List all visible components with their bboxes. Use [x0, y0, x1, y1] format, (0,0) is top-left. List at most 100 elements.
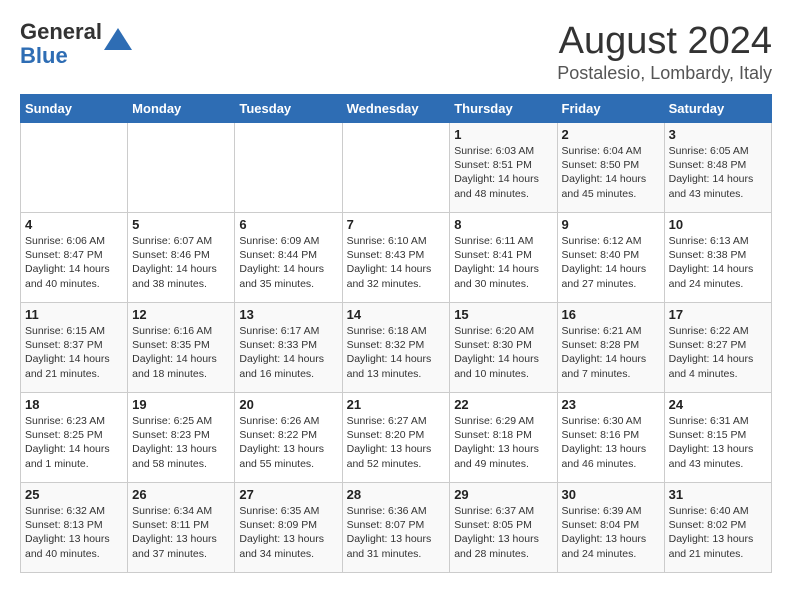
calendar-week-4: 18Sunrise: 6:23 AM Sunset: 8:25 PM Dayli… [21, 393, 772, 483]
calendar-cell: 7 Sunrise: 6:10 AM Sunset: 8:43 PM Daylig… [342, 213, 450, 303]
day-info: Sunrise: 6:13 AM Sunset: 8:38 PM Dayligh… [669, 234, 767, 291]
header-monday: Monday [128, 95, 235, 123]
calendar-cell: 20Sunrise: 6:26 AM Sunset: 8:22 PM Dayli… [235, 393, 342, 483]
day-number: 5 [132, 217, 230, 232]
calendar-cell: 14 Sunrise: 6:18 AM Sunset: 8:32 PM Dayli… [342, 303, 450, 393]
day-number: 31 [669, 487, 767, 502]
day-number: 26 [132, 487, 230, 502]
calendar-cell: 17 Sunrise: 6:22 AM Sunset: 8:27 PM Dayli… [664, 303, 771, 393]
day-info: Sunrise: 6:15 AM Sunset: 8:37 PM Dayligh… [25, 324, 123, 381]
day-number: 30 [562, 487, 660, 502]
header-tuesday: Tuesday [235, 95, 342, 123]
calendar-cell [342, 123, 450, 213]
calendar-cell: 8 Sunrise: 6:11 AM Sunset: 8:41 PM Daylig… [450, 213, 557, 303]
day-number: 27 [239, 487, 337, 502]
logo-triangle-icon [104, 26, 132, 54]
header-wednesday: Wednesday [342, 95, 450, 123]
calendar-cell: 23Sunrise: 6:30 AM Sunset: 8:16 PM Dayli… [557, 393, 664, 483]
day-info: Sunrise: 6:11 AM Sunset: 8:41 PM Dayligh… [454, 234, 552, 291]
header-sunday: Sunday [21, 95, 128, 123]
calendar-cell: 11 Sunrise: 6:15 AM Sunset: 8:37 PM Dayli… [21, 303, 128, 393]
calendar-cell [235, 123, 342, 213]
calendar-header: SundayMondayTuesdayWednesdayThursdayFrid… [21, 95, 772, 123]
day-number: 18 [25, 397, 123, 412]
calendar-cell: 24Sunrise: 6:31 AM Sunset: 8:15 PM Dayli… [664, 393, 771, 483]
day-number: 2 [562, 127, 660, 142]
calendar-cell: 25 Sunrise: 6:32 AM Sunset: 8:13 PM Dayli… [21, 483, 128, 573]
calendar-cell: 12 Sunrise: 6:16 AM Sunset: 8:35 PM Dayli… [128, 303, 235, 393]
calendar-cell: 28Sunrise: 6:36 AM Sunset: 8:07 PM Dayli… [342, 483, 450, 573]
header-row: SundayMondayTuesdayWednesdayThursdayFrid… [21, 95, 772, 123]
logo: General Blue [20, 20, 132, 68]
logo-blue: Blue [20, 44, 102, 68]
day-info: Sunrise: 6:16 AM Sunset: 8:35 PM Dayligh… [132, 324, 230, 381]
day-number: 23 [562, 397, 660, 412]
calendar-table: SundayMondayTuesdayWednesdayThursdayFrid… [20, 94, 772, 573]
day-number: 24 [669, 397, 767, 412]
calendar-cell: 1 Sunrise: 6:03 AM Sunset: 8:51 PM Daylig… [450, 123, 557, 213]
calendar-cell: 19Sunrise: 6:25 AM Sunset: 8:23 PM Dayli… [128, 393, 235, 483]
day-info: Sunrise: 6:18 AM Sunset: 8:32 PM Dayligh… [347, 324, 446, 381]
header-saturday: Saturday [664, 95, 771, 123]
page-header: General Blue August 2024 Postalesio, Lom… [20, 20, 772, 84]
day-info: Sunrise: 6:05 AM Sunset: 8:48 PM Dayligh… [669, 144, 767, 201]
calendar-cell: 27Sunrise: 6:35 AM Sunset: 8:09 PM Dayli… [235, 483, 342, 573]
day-number: 3 [669, 127, 767, 142]
calendar-cell [21, 123, 128, 213]
calendar-week-5: 25 Sunrise: 6:32 AM Sunset: 8:13 PM Dayli… [21, 483, 772, 573]
day-number: 25 [25, 487, 123, 502]
day-info: Sunrise: 6:32 AM Sunset: 8:13 PM Dayligh… [25, 504, 123, 561]
day-info: Sunrise: 6:37 AM Sunset: 8:05 PM Dayligh… [454, 504, 552, 561]
calendar-cell: 29Sunrise: 6:37 AM Sunset: 8:05 PM Dayli… [450, 483, 557, 573]
calendar-body: 1 Sunrise: 6:03 AM Sunset: 8:51 PM Daylig… [21, 123, 772, 573]
day-number: 8 [454, 217, 552, 232]
day-info: Sunrise: 6:27 AM Sunset: 8:20 PM Dayligh… [347, 414, 446, 471]
day-info: Sunrise: 6:09 AM Sunset: 8:44 PM Dayligh… [239, 234, 337, 291]
calendar-cell: 3 Sunrise: 6:05 AM Sunset: 8:48 PM Daylig… [664, 123, 771, 213]
day-info: Sunrise: 6:12 AM Sunset: 8:40 PM Dayligh… [562, 234, 660, 291]
calendar-week-2: 4 Sunrise: 6:06 AM Sunset: 8:47 PM Daylig… [21, 213, 772, 303]
logo-general: General [20, 20, 102, 44]
day-number: 12 [132, 307, 230, 322]
calendar-cell: 16Sunrise: 6:21 AM Sunset: 8:28 PM Dayli… [557, 303, 664, 393]
day-info: Sunrise: 6:26 AM Sunset: 8:22 PM Dayligh… [239, 414, 337, 471]
day-number: 13 [239, 307, 337, 322]
day-info: Sunrise: 6:17 AM Sunset: 8:33 PM Dayligh… [239, 324, 337, 381]
day-number: 17 [669, 307, 767, 322]
calendar-cell: 26 Sunrise: 6:34 AM Sunset: 8:11 PM Dayli… [128, 483, 235, 573]
day-info: Sunrise: 6:07 AM Sunset: 8:46 PM Dayligh… [132, 234, 230, 291]
header-friday: Friday [557, 95, 664, 123]
day-number: 15 [454, 307, 552, 322]
day-info: Sunrise: 6:22 AM Sunset: 8:27 PM Dayligh… [669, 324, 767, 381]
day-info: Sunrise: 6:10 AM Sunset: 8:43 PM Dayligh… [347, 234, 446, 291]
day-number: 6 [239, 217, 337, 232]
calendar-cell: 22 Sunrise: 6:29 AM Sunset: 8:18 PM Dayli… [450, 393, 557, 483]
calendar-cell: 10 Sunrise: 6:13 AM Sunset: 8:38 PM Dayli… [664, 213, 771, 303]
day-number: 11 [25, 307, 123, 322]
day-info: Sunrise: 6:29 AM Sunset: 8:18 PM Dayligh… [454, 414, 552, 471]
day-info: Sunrise: 6:39 AM Sunset: 8:04 PM Dayligh… [562, 504, 660, 561]
calendar-cell: 30 Sunrise: 6:39 AM Sunset: 8:04 PM Dayli… [557, 483, 664, 573]
day-number: 21 [347, 397, 446, 412]
calendar-cell: 18Sunrise: 6:23 AM Sunset: 8:25 PM Dayli… [21, 393, 128, 483]
header-thursday: Thursday [450, 95, 557, 123]
day-info: Sunrise: 6:03 AM Sunset: 8:51 PM Dayligh… [454, 144, 552, 201]
day-number: 1 [454, 127, 552, 142]
calendar-cell: 4 Sunrise: 6:06 AM Sunset: 8:47 PM Daylig… [21, 213, 128, 303]
day-info: Sunrise: 6:34 AM Sunset: 8:11 PM Dayligh… [132, 504, 230, 561]
day-info: Sunrise: 6:04 AM Sunset: 8:50 PM Dayligh… [562, 144, 660, 201]
day-number: 7 [347, 217, 446, 232]
calendar-cell: 15Sunrise: 6:20 AM Sunset: 8:30 PM Dayli… [450, 303, 557, 393]
day-number: 19 [132, 397, 230, 412]
calendar-cell: 21 Sunrise: 6:27 AM Sunset: 8:20 PM Dayli… [342, 393, 450, 483]
day-number: 14 [347, 307, 446, 322]
day-number: 10 [669, 217, 767, 232]
day-number: 4 [25, 217, 123, 232]
day-info: Sunrise: 6:36 AM Sunset: 8:07 PM Dayligh… [347, 504, 446, 561]
day-info: Sunrise: 6:06 AM Sunset: 8:47 PM Dayligh… [25, 234, 123, 291]
calendar-cell: 13 Sunrise: 6:17 AM Sunset: 8:33 PM Dayli… [235, 303, 342, 393]
calendar-cell: 5 Sunrise: 6:07 AM Sunset: 8:46 PM Daylig… [128, 213, 235, 303]
calendar-cell: 31Sunrise: 6:40 AM Sunset: 8:02 PM Dayli… [664, 483, 771, 573]
day-number: 22 [454, 397, 552, 412]
calendar-cell: 2 Sunrise: 6:04 AM Sunset: 8:50 PM Daylig… [557, 123, 664, 213]
